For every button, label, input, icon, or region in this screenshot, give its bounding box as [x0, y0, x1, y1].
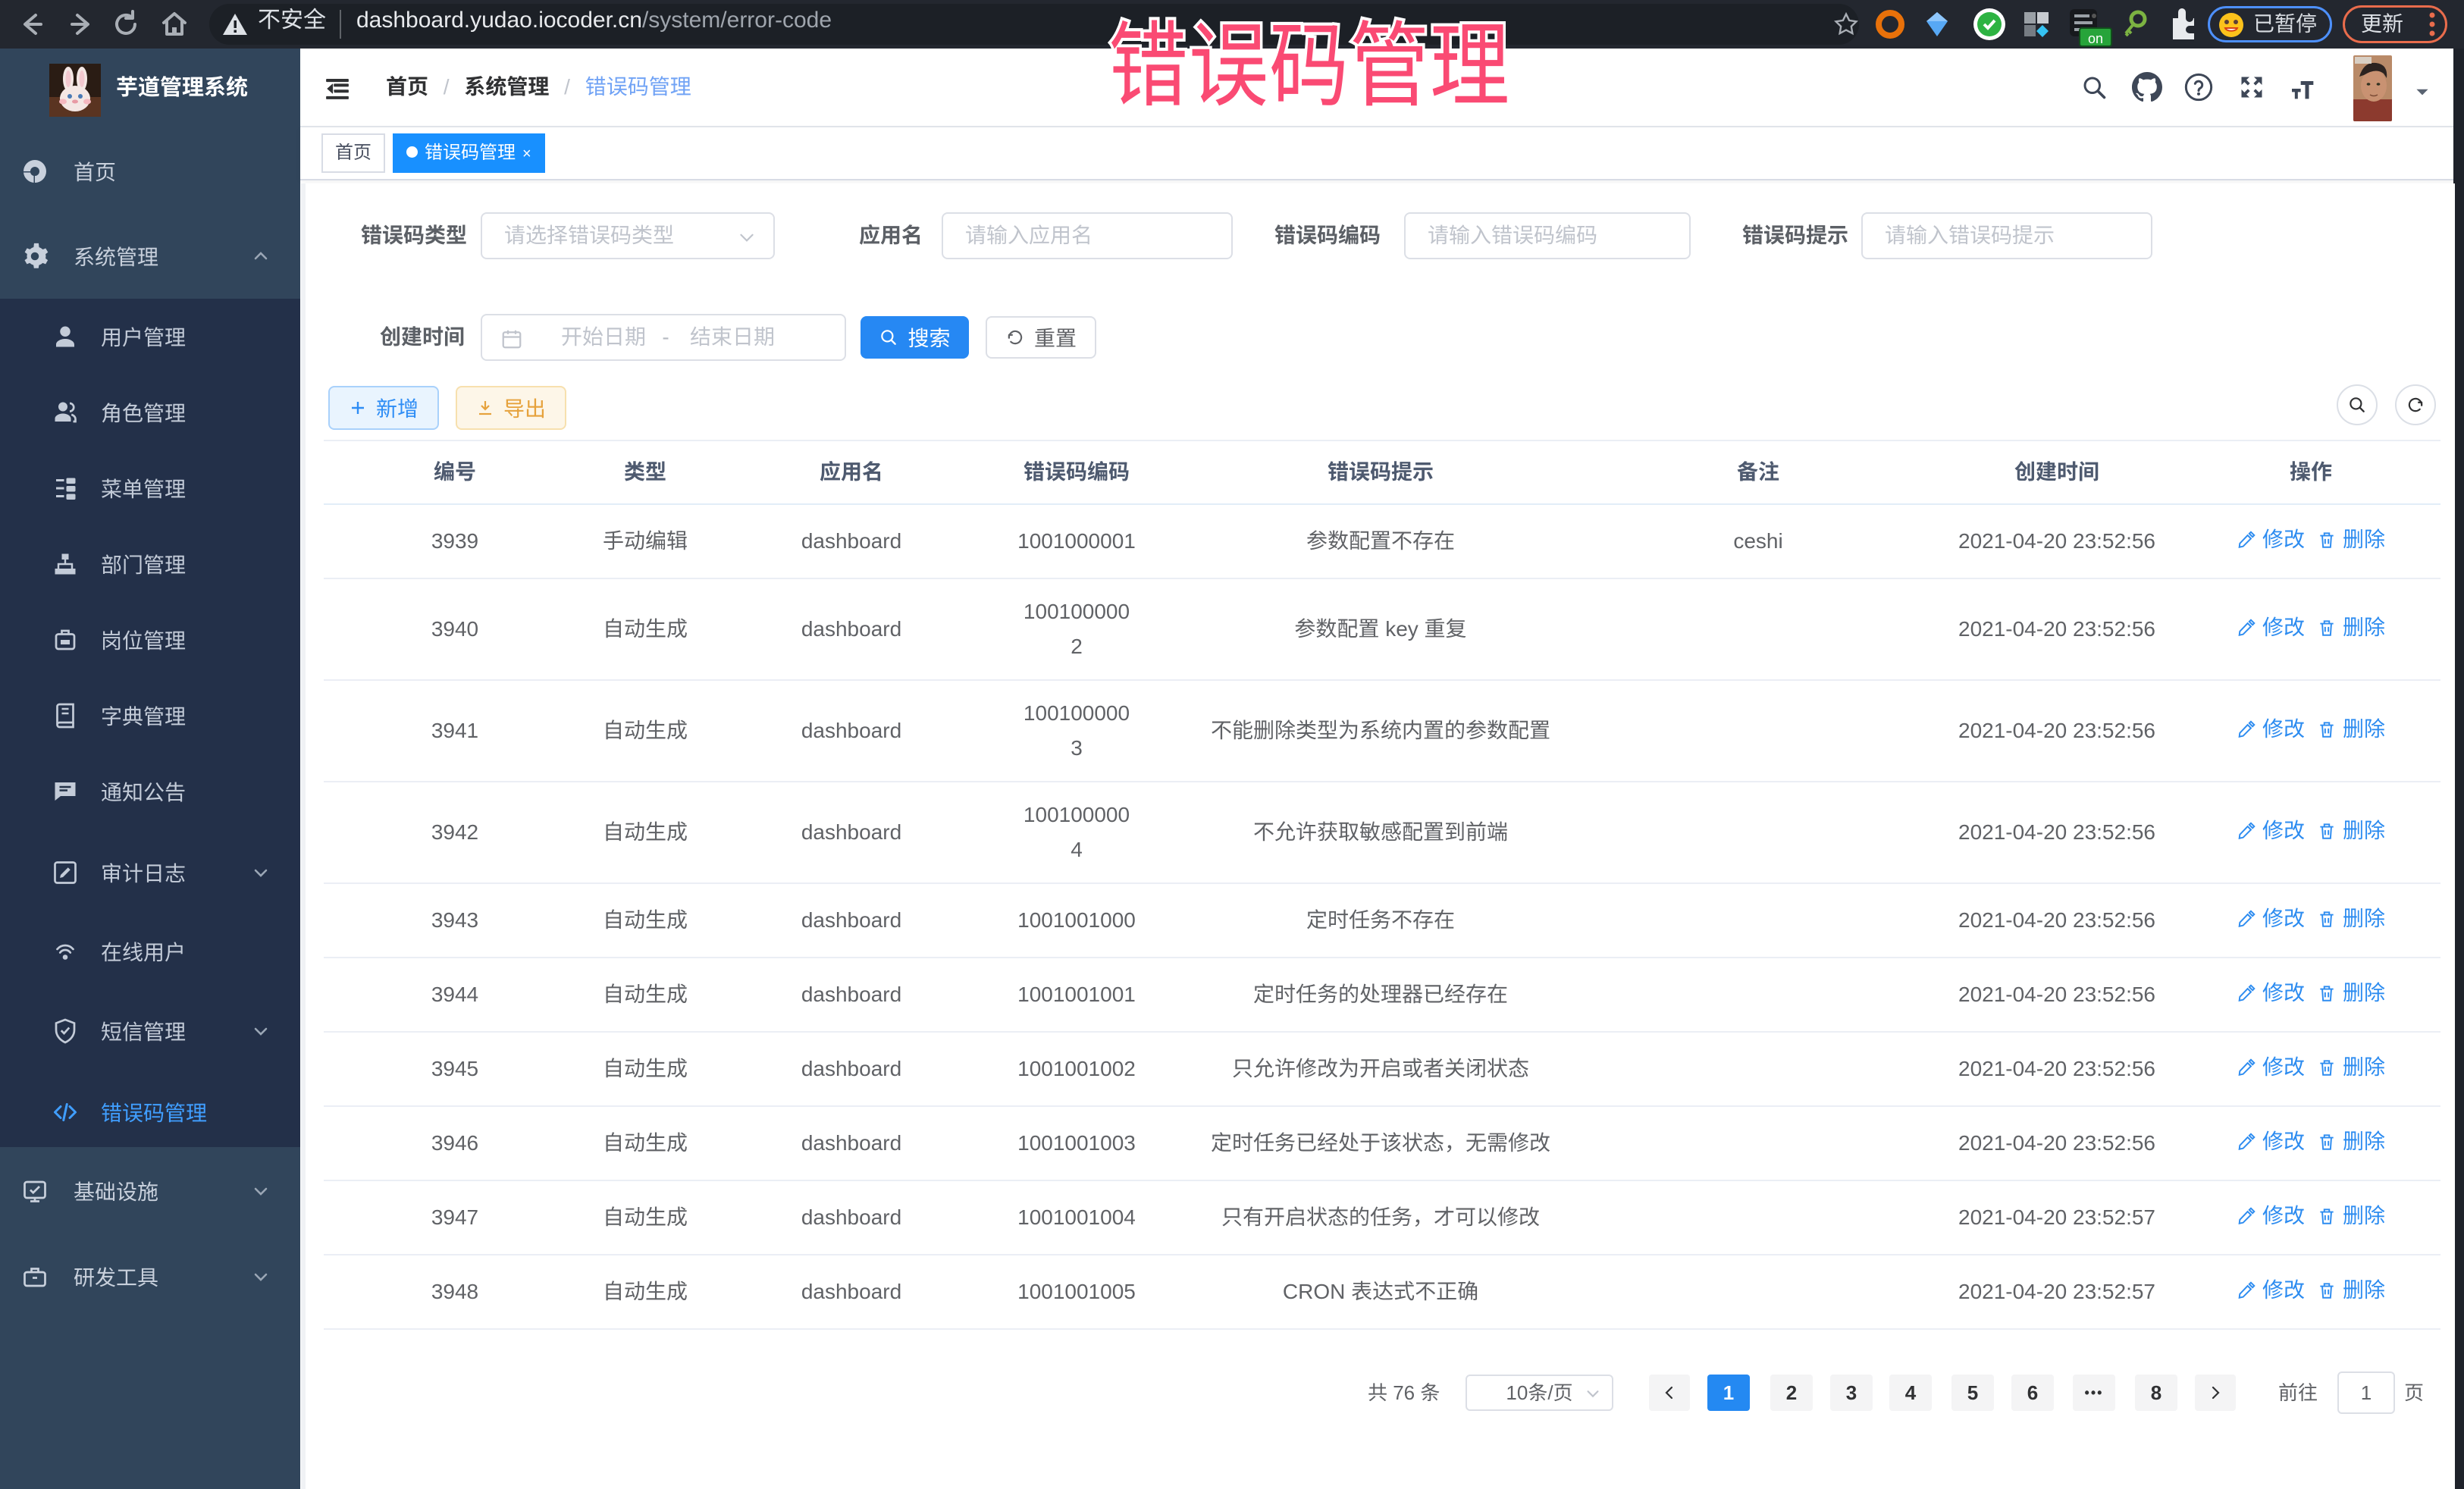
svg-text:错误码管理: 错误码管理 [1108, 15, 1510, 118]
